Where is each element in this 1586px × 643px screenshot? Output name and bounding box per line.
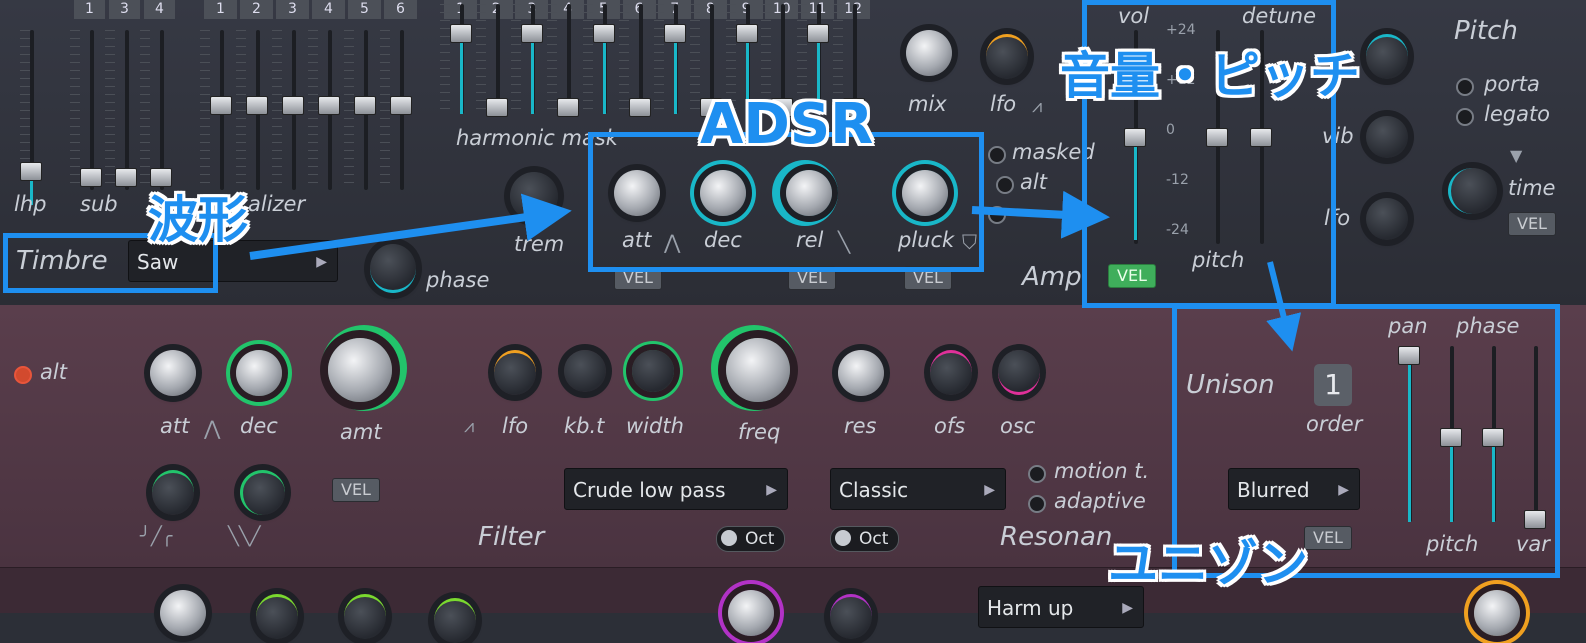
adsr-annotation: ADSR [700,92,874,157]
arrow-to-volume-pitch [971,190,1110,239]
arrow-to-adsr [249,193,572,260]
volume-pitch-annotation: 音量・ピッチ [1060,47,1360,105]
arrow-to-unison [1266,261,1302,352]
waveform-annotation: 波形 [148,191,248,249]
unison-annotation: ユニゾン [1108,535,1308,593]
